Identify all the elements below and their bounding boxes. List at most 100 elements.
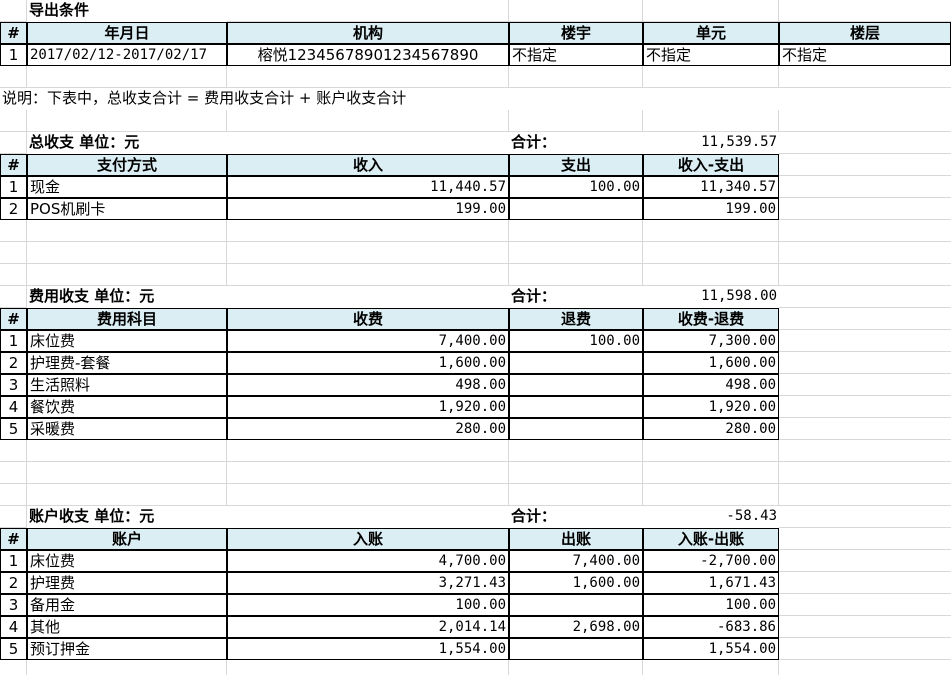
table-cell[interactable]: 199.00 xyxy=(227,198,509,220)
table-cell[interactable]: 498.00 xyxy=(643,374,779,396)
table-cell[interactable]: 床位费 xyxy=(27,330,227,352)
table-cell[interactable] xyxy=(509,594,643,616)
header-cell[interactable]: 单元 xyxy=(643,22,779,44)
condition-cell[interactable]: 榕悦12345678901234567890 xyxy=(227,44,509,66)
table-cell[interactable]: 采暖费 xyxy=(27,418,227,440)
header-cell[interactable]: 收费 xyxy=(227,308,509,330)
table-cell[interactable]: 1,920.00 xyxy=(227,396,509,418)
table-cell[interactable] xyxy=(509,374,643,396)
table-cell[interactable]: 498.00 xyxy=(227,374,509,396)
table-cell[interactable]: 床位费 xyxy=(27,550,227,572)
table-cell[interactable]: 生活照料 xyxy=(27,374,227,396)
table-cell[interactable] xyxy=(509,198,643,220)
table-cell[interactable]: 1 xyxy=(0,550,27,572)
gridline xyxy=(0,461,951,462)
table-cell[interactable]: 现金 xyxy=(27,176,227,198)
condition-cell[interactable]: 2017/02/12-2017/02/17 xyxy=(27,44,227,66)
header-cell[interactable]: 收费-退费 xyxy=(643,308,779,330)
condition-cell[interactable]: 1 xyxy=(0,44,27,66)
table-cell[interactable]: 7,300.00 xyxy=(643,330,779,352)
table-cell[interactable]: 3,271.43 xyxy=(227,572,509,594)
header-cell[interactable]: 楼宇 xyxy=(509,22,643,44)
header-cell[interactable]: 支出 xyxy=(509,154,643,176)
table-cell[interactable]: 护理费-套餐 xyxy=(27,352,227,374)
section-title-total[interactable]: 总收支 单位：元 xyxy=(27,132,509,154)
table-cell[interactable]: 280.00 xyxy=(643,418,779,440)
header-cell[interactable]: 楼层 xyxy=(779,22,951,44)
table-cell[interactable]: 1 xyxy=(0,330,27,352)
sum-value[interactable]: 11,539.57 xyxy=(643,132,779,154)
table-cell[interactable]: 280.00 xyxy=(227,418,509,440)
header-cell[interactable]: 年月日 xyxy=(27,22,227,44)
table-cell[interactable]: 其他 xyxy=(27,616,227,638)
header-cell[interactable]: 费用科目 xyxy=(27,308,227,330)
table-cell[interactable]: 11,340.57 xyxy=(643,176,779,198)
table-cell[interactable]: 3 xyxy=(0,594,27,616)
table-cell[interactable]: 1,554.00 xyxy=(227,638,509,660)
header-cell[interactable]: 收入-支出 xyxy=(643,154,779,176)
sum-value[interactable]: 11,598.00 xyxy=(643,286,779,308)
condition-cell[interactable]: 不指定 xyxy=(509,44,643,66)
table-cell[interactable]: 4 xyxy=(0,396,27,418)
table-cell[interactable]: 100.00 xyxy=(643,594,779,616)
table-cell[interactable]: 5 xyxy=(0,418,27,440)
table-cell[interactable]: POS机刷卡 xyxy=(27,198,227,220)
table-cell[interactable]: 1 xyxy=(0,176,27,198)
header-cell[interactable]: 账户 xyxy=(27,528,227,550)
table-cell[interactable] xyxy=(509,352,643,374)
sum-label[interactable]: 合计： xyxy=(509,286,643,308)
header-cell[interactable]: # xyxy=(0,154,27,176)
table-cell[interactable]: 1,671.43 xyxy=(643,572,779,594)
table-cell[interactable]: -2,700.00 xyxy=(643,550,779,572)
condition-cell[interactable]: 不指定 xyxy=(779,44,951,66)
table-cell[interactable]: 7,400.00 xyxy=(227,330,509,352)
table-cell[interactable]: 4,700.00 xyxy=(227,550,509,572)
gridline xyxy=(0,263,951,264)
table-cell[interactable]: 4 xyxy=(0,616,27,638)
table-cell[interactable]: 餐饮费 xyxy=(27,396,227,418)
table-cell[interactable]: 2 xyxy=(0,198,27,220)
table-cell[interactable]: 2,698.00 xyxy=(509,616,643,638)
table-cell[interactable]: 100.00 xyxy=(227,594,509,616)
section-title-export[interactable]: 导出条件 xyxy=(27,0,227,22)
table-cell[interactable]: 7,400.00 xyxy=(509,550,643,572)
table-cell[interactable]: 100.00 xyxy=(509,176,643,198)
table-cell[interactable]: 护理费 xyxy=(27,572,227,594)
table-cell[interactable]: 备用金 xyxy=(27,594,227,616)
table-cell[interactable]: 2 xyxy=(0,572,27,594)
table-cell[interactable]: 1,600.00 xyxy=(509,572,643,594)
table-cell[interactable] xyxy=(509,396,643,418)
sum-label[interactable]: 合计： xyxy=(509,132,643,154)
note-text[interactable]: 说明：下表中，总收支合计 = 费用收支合计 + 账户收支合计 xyxy=(0,88,951,110)
header-cell[interactable]: 机构 xyxy=(227,22,509,44)
table-cell[interactable] xyxy=(509,418,643,440)
header-cell[interactable]: 入账-出账 xyxy=(643,528,779,550)
header-cell[interactable]: 退费 xyxy=(509,308,643,330)
table-cell[interactable] xyxy=(509,638,643,660)
table-cell[interactable]: 3 xyxy=(0,374,27,396)
table-cell[interactable]: 预订押金 xyxy=(27,638,227,660)
table-cell[interactable]: 1,554.00 xyxy=(643,638,779,660)
header-cell[interactable]: 支付方式 xyxy=(27,154,227,176)
table-cell[interactable]: 11,440.57 xyxy=(227,176,509,198)
header-cell[interactable]: # xyxy=(0,528,27,550)
table-cell[interactable]: -683.86 xyxy=(643,616,779,638)
header-cell[interactable]: 入账 xyxy=(227,528,509,550)
table-cell[interactable]: 5 xyxy=(0,638,27,660)
table-cell[interactable]: 100.00 xyxy=(509,330,643,352)
header-cell[interactable]: 出账 xyxy=(509,528,643,550)
header-cell[interactable]: # xyxy=(0,308,27,330)
table-cell[interactable]: 1,920.00 xyxy=(643,396,779,418)
table-cell[interactable]: 1,600.00 xyxy=(227,352,509,374)
condition-cell[interactable]: 不指定 xyxy=(643,44,779,66)
section-title-account[interactable]: 账户收支 单位：元 xyxy=(27,506,509,528)
table-cell[interactable]: 199.00 xyxy=(643,198,779,220)
sum-label[interactable]: 合计： xyxy=(509,506,643,528)
sum-value[interactable]: -58.43 xyxy=(643,506,779,528)
table-cell[interactable]: 2,014.14 xyxy=(227,616,509,638)
header-cell[interactable]: 收入 xyxy=(227,154,509,176)
section-title-fee[interactable]: 费用收支 单位：元 xyxy=(27,286,509,308)
table-cell[interactable]: 2 xyxy=(0,352,27,374)
header-cell[interactable]: # xyxy=(0,22,27,44)
table-cell[interactable]: 1,600.00 xyxy=(643,352,779,374)
